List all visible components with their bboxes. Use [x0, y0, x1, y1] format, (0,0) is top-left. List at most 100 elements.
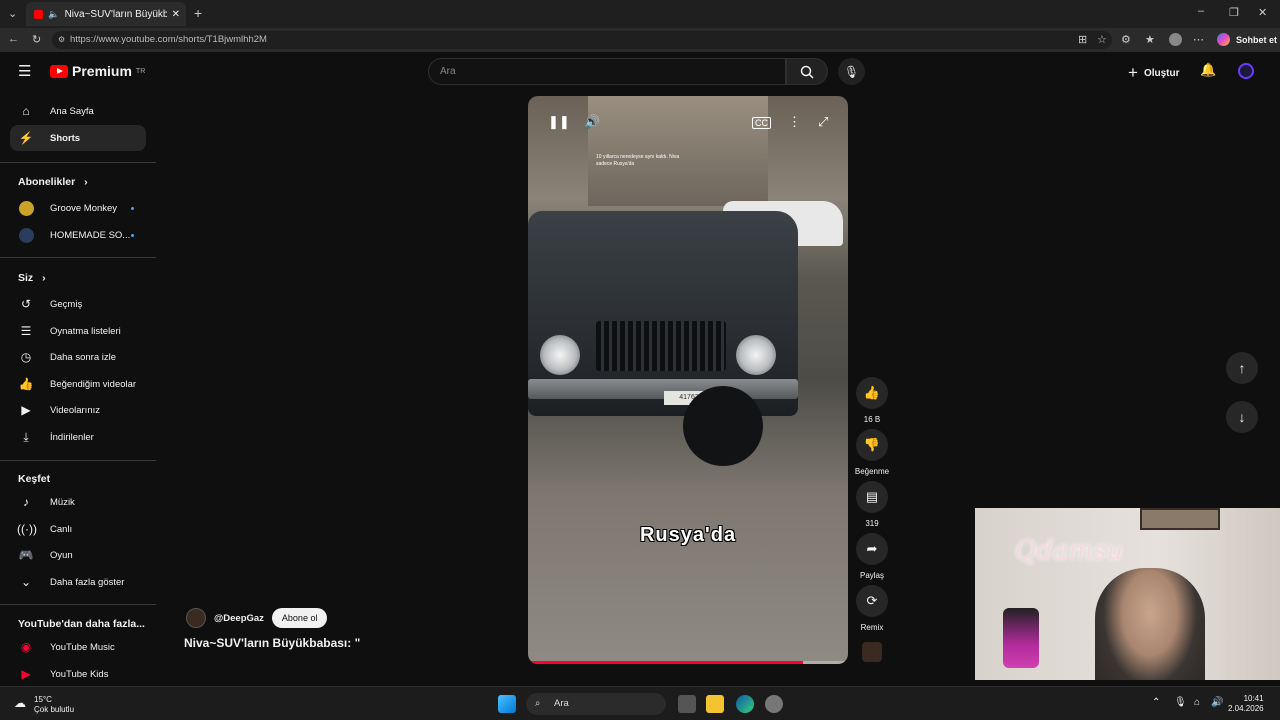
more-menu-icon[interactable]: ⋯	[1193, 33, 1204, 46]
url-field[interactable]: ⚙ https://www.youtube.com/shorts/T1Bjwml…	[52, 31, 1112, 49]
audio-playing-icon[interactable]: 🔈	[48, 9, 59, 20]
sidebar-item-homemade[interactable]: HOMEMADE SO...	[10, 222, 146, 248]
channel-name[interactable]: @DeepGaz	[214, 613, 264, 624]
site-info-icon[interactable]: ⚙	[58, 31, 65, 49]
more-options-icon[interactable]: ⋮	[788, 114, 801, 130]
chat-button[interactable]: Sohbet et	[1236, 35, 1277, 45]
sidebar-item-gaming[interactable]: 🎮 Oyun	[10, 542, 146, 568]
weather-icon[interactable]: ☁	[14, 696, 26, 710]
microphone-tray-icon[interactable]: 🎙	[1174, 697, 1187, 708]
sidebar-item-show-more[interactable]: ⌄ Daha fazla göster	[10, 569, 146, 595]
live-icon: ((·))	[17, 522, 37, 536]
wall-picture-frame	[1140, 508, 1220, 530]
favorite-star-icon[interactable]: ☆	[1097, 33, 1107, 46]
share-button[interactable]: ➦ Paylaş	[853, 533, 891, 580]
subscribe-button[interactable]: Abone ol	[271, 608, 328, 628]
sidebar-item-groove-monkey[interactable]: Groove Monkey	[10, 195, 146, 221]
weather-temp: 15°C	[34, 695, 52, 704]
tab-list-icon[interactable]: ⌄	[8, 7, 17, 20]
sound-thumbnail[interactable]	[862, 642, 882, 662]
show-hidden-icons-icon[interactable]: ⌃	[1152, 697, 1160, 708]
fullscreen-icon[interactable]: ⤢	[818, 114, 828, 130]
sidebar-item-watch-later[interactable]: ◷ Daha sonra izle	[10, 344, 146, 370]
channel-row: @DeepGaz Abone ol	[186, 608, 328, 628]
share-label: Paylaş	[859, 571, 884, 580]
task-view-icon[interactable]	[678, 695, 696, 713]
sidebar-item-music[interactable]: ♪ Müzik	[10, 489, 146, 515]
channel-avatar[interactable]	[186, 608, 206, 628]
voice-search-button[interactable]: 🎙	[838, 58, 865, 85]
sidebar-item-label: HOMEMADE SO...	[50, 229, 131, 241]
background-building	[588, 96, 768, 206]
youtube-logo[interactable]: Premium TR	[50, 63, 145, 79]
like-button[interactable]: 👍 16 B	[853, 377, 891, 424]
weather-widget[interactable]: 15°C Çok bulutlu	[34, 695, 74, 715]
youtube-play-icon	[50, 64, 68, 78]
network-icon[interactable]: ⌂	[1194, 697, 1200, 708]
browser-tab[interactable]: 🔈 Niva~SUV'ların Büyükbabası: ✕	[26, 2, 186, 26]
home-icon: ⌂	[22, 104, 30, 118]
next-short-button[interactable]: ↓	[1226, 401, 1258, 433]
menu-icon[interactable]: ☰	[18, 62, 31, 80]
notifications-bell-icon[interactable]: 🔔	[1200, 62, 1216, 78]
previous-short-button[interactable]: ↑	[1226, 352, 1258, 384]
sidebar-item-downloads[interactable]: ⤓ İndirilenler	[10, 424, 146, 450]
youtube-music-icon: ◉	[20, 640, 32, 654]
minimize-icon[interactable]: –	[1198, 5, 1204, 17]
sidebar-item-live[interactable]: ((·)) Canlı	[10, 516, 146, 542]
extensions-icon[interactable]: ⚙	[1121, 33, 1131, 46]
dislike-button[interactable]: 👎 Beğenme	[853, 429, 891, 476]
sidebar-item-home[interactable]: ⌂ Ana Sayfa	[10, 98, 146, 124]
account-avatar[interactable]	[1238, 63, 1254, 79]
video-icon: ▶	[21, 403, 31, 417]
sidebar-item-history[interactable]: ↺ Geçmiş	[10, 291, 146, 317]
sidebar-item-youtube-kids[interactable]: ▶ YouTube Kids	[10, 661, 146, 687]
video-progress-bar[interactable]	[528, 661, 848, 664]
subscriptions-heading[interactable]: Abonelikler ›	[18, 176, 88, 188]
close-window-icon[interactable]: ✕	[1258, 6, 1267, 19]
copilot-icon[interactable]	[1217, 33, 1230, 46]
taskbar-search[interactable]: ⌕ Ara	[526, 693, 666, 715]
channel-avatar	[19, 200, 34, 216]
sidebar-item-playlists[interactable]: ☰ Oynatma listeleri	[10, 318, 146, 344]
car-grille	[596, 321, 726, 371]
chrome-app-icon[interactable]	[765, 695, 783, 713]
search-input[interactable]: Ara	[428, 58, 786, 85]
tab-close-icon[interactable]: ✕	[172, 9, 180, 20]
plus-icon: +	[1128, 63, 1138, 82]
restore-icon[interactable]: ❐	[1229, 6, 1239, 19]
sidebar-item-youtube-music[interactable]: ◉ YouTube Music	[10, 634, 146, 660]
you-title: Siz	[18, 272, 34, 284]
chevron-right-icon: ›	[84, 176, 88, 188]
speaker-icon[interactable]: 🔊	[1211, 697, 1223, 708]
favorites-icon[interactable]: ★	[1145, 33, 1155, 46]
edge-browser-icon[interactable]	[736, 695, 754, 713]
pause-icon[interactable]: ❚❚	[548, 114, 570, 130]
you-heading[interactable]: Siz ›	[18, 272, 46, 284]
remix-button[interactable]: ⟳ Remix	[853, 585, 891, 632]
app-install-icon[interactable]: ⊞	[1078, 33, 1087, 46]
sidebar-item-shorts[interactable]: ⚡ Shorts	[10, 125, 146, 151]
shorts-icon: ⚡	[18, 131, 34, 145]
create-button[interactable]: + Oluştur	[1128, 63, 1180, 83]
sidebar-item-label: Shorts	[50, 132, 81, 144]
new-tab-icon[interactable]: +	[194, 5, 202, 21]
search-button[interactable]	[786, 58, 828, 85]
captions-icon[interactable]: CC	[752, 117, 771, 129]
reload-icon[interactable]: ↻	[32, 33, 41, 46]
youtube-kids-icon: ▶	[21, 667, 31, 681]
volume-icon[interactable]: 🔊	[584, 114, 600, 130]
back-icon[interactable]: ←	[8, 33, 19, 45]
video-title[interactable]: Niva~SUV'ların Büyükbabası: "	[184, 636, 360, 650]
comments-button[interactable]: ▤ 319	[853, 481, 891, 528]
profile-avatar[interactable]	[1169, 33, 1182, 46]
taskbar-clock[interactable]: 10:41 2.04.2026	[1228, 694, 1264, 714]
sidebar-item-label: İndirilenler	[50, 431, 94, 443]
sidebar-item-your-videos[interactable]: ▶ Videolarınız	[10, 397, 146, 423]
niva-car: 41763	[528, 211, 798, 416]
sidebar-item-label: Groove Monkey	[50, 202, 118, 214]
windows-start-icon[interactable]	[498, 695, 516, 713]
file-explorer-icon[interactable]	[706, 695, 724, 713]
short-video-player[interactable]: 41763 10 yıllarca neredeyse aynı kaldı. …	[528, 96, 848, 664]
sidebar-item-liked-videos[interactable]: 👍 Beğendiğim videolar	[10, 371, 146, 397]
